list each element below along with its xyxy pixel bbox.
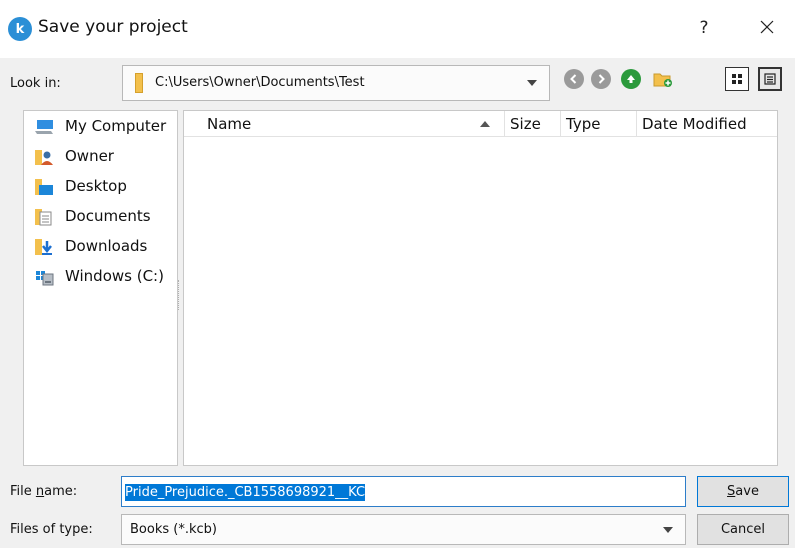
sidebar-item-owner[interactable]: Owner: [24, 143, 177, 171]
chevron-down-icon: [527, 80, 537, 86]
column-header-date-modified[interactable]: Date Modified: [637, 111, 777, 137]
folder-icon: [135, 73, 143, 93]
title-bar: k Save your project ?: [0, 0, 795, 58]
file-type-value: Books (*.kcb): [130, 522, 217, 537]
column-header-name[interactable]: Name: [184, 111, 510, 137]
column-header-size[interactable]: Size: [505, 111, 560, 137]
detail-view-icon: [764, 73, 776, 85]
sidebar-item-downloads[interactable]: Downloads: [24, 233, 177, 261]
look-in-path: C:\Users\Owner\Documents\Test: [155, 75, 365, 90]
close-button[interactable]: [752, 12, 782, 42]
places-sidebar: My Computer Owner Desktop Documents Down…: [23, 110, 178, 466]
chevron-down-icon: [663, 527, 673, 533]
desktop-folder-icon: [35, 179, 53, 195]
sidebar-item-windows-c[interactable]: Windows (C:): [24, 263, 177, 291]
file-list[interactable]: Name Size Type Date Modified: [183, 110, 778, 466]
column-header-label: Type: [566, 115, 601, 133]
help-button[interactable]: ?: [692, 14, 716, 42]
file-type-combo[interactable]: Books (*.kcb): [121, 514, 686, 545]
list-view-button[interactable]: [725, 67, 749, 91]
detail-view-button[interactable]: [758, 67, 782, 91]
window-title: Save your project: [38, 17, 188, 37]
up-button[interactable]: [619, 67, 643, 91]
file-name-label: File name:: [10, 484, 78, 499]
file-name-value: Pride_Prejudice._CB1558698921__KC: [125, 484, 366, 501]
sidebar-item-label: Downloads: [65, 237, 148, 255]
sidebar-item-label: Owner: [65, 147, 114, 165]
computer-icon: [35, 120, 53, 134]
file-type-label: Files of type:: [10, 522, 93, 537]
column-header-label: Size: [510, 115, 541, 133]
sidebar-item-my-computer[interactable]: My Computer: [24, 113, 177, 141]
column-header-type[interactable]: Type: [561, 111, 636, 137]
look-in-combo[interactable]: C:\Users\Owner\Documents\Test: [122, 65, 550, 101]
user-icon: [35, 150, 53, 165]
app-logo-icon: k: [8, 17, 32, 41]
file-name-input[interactable]: Pride_Prejudice._CB1558698921__KC: [121, 476, 686, 507]
column-header-label: Name: [207, 115, 252, 133]
drive-icon: [36, 271, 54, 286]
sidebar-item-label: Windows (C:): [65, 267, 164, 285]
close-icon: [760, 20, 774, 34]
column-header-label: Date Modified: [642, 115, 747, 133]
cancel-button[interactable]: Cancel: [697, 514, 789, 545]
downloads-folder-icon: [35, 239, 52, 255]
new-folder-button[interactable]: [651, 67, 675, 91]
sidebar-item-label: Desktop: [65, 177, 127, 195]
sidebar-item-label: My Computer: [65, 117, 167, 135]
sidebar-item-desktop[interactable]: Desktop: [24, 173, 177, 201]
sidebar-item-documents[interactable]: Documents: [24, 203, 177, 231]
forward-arrow-icon: [591, 69, 611, 89]
sort-ascending-icon: [480, 121, 490, 127]
documents-folder-icon: [35, 209, 52, 226]
save-button[interactable]: Save: [697, 476, 789, 507]
back-arrow-icon: [564, 69, 584, 89]
up-arrow-icon: [621, 69, 641, 89]
new-folder-icon: [653, 73, 672, 87]
forward-button[interactable]: [589, 67, 613, 91]
look-in-label: Look in:: [10, 76, 61, 91]
sidebar-item-label: Documents: [65, 207, 151, 225]
list-view-icon: [732, 74, 742, 84]
back-button[interactable]: [562, 67, 586, 91]
